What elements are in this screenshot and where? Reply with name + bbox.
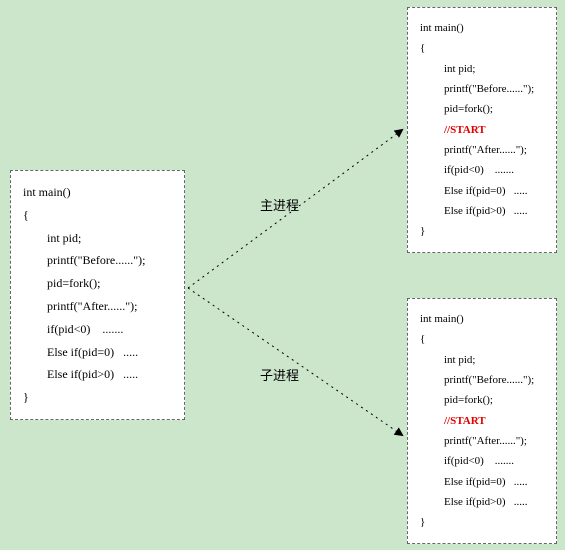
child-process-code-box: int main() { int pid; printf("Before....… xyxy=(407,298,557,544)
code-line: } xyxy=(23,386,172,409)
code-line: Else if(pid=0) ..... xyxy=(23,341,172,364)
code-line: } xyxy=(420,221,544,241)
code-line: pid=fork(); xyxy=(420,99,544,119)
code-line: printf("Before......"); xyxy=(23,249,172,272)
start-marker: //START xyxy=(420,411,544,431)
main-process-code-box: int main() { int pid; printf("Before....… xyxy=(407,7,557,253)
code-line: Else if(pid=0) ..... xyxy=(420,472,544,492)
code-line: int main() xyxy=(23,181,172,204)
code-line: pid=fork(); xyxy=(420,390,544,410)
code-line: pid=fork(); xyxy=(23,272,172,295)
start-marker: //START xyxy=(420,120,544,140)
code-line: printf("After......"); xyxy=(420,431,544,451)
code-line: int main() xyxy=(420,18,544,38)
source-code-box: int main() { int pid; printf("Before....… xyxy=(10,170,185,420)
code-line: { xyxy=(420,329,544,349)
code-line: Else if(pid>0) ..... xyxy=(23,363,172,386)
code-line: printf("Before......"); xyxy=(420,79,544,99)
code-line: printf("Before......"); xyxy=(420,370,544,390)
arrow-to-child-process xyxy=(188,288,402,435)
code-line: int pid; xyxy=(420,59,544,79)
code-line: Else if(pid>0) ..... xyxy=(420,492,544,512)
code-line: Else if(pid>0) ..... xyxy=(420,201,544,221)
code-line: { xyxy=(420,38,544,58)
child-process-label: 子进程 xyxy=(260,365,299,384)
code-line: { xyxy=(23,204,172,227)
code-line: printf("After......"); xyxy=(420,140,544,160)
code-line: if(pid<0) ....... xyxy=(23,318,172,341)
code-line: int pid; xyxy=(420,350,544,370)
code-line: } xyxy=(420,512,544,532)
code-line: int main() xyxy=(420,309,544,329)
code-line: if(pid<0) ....... xyxy=(420,160,544,180)
code-line: printf("After......"); xyxy=(23,295,172,318)
code-line: Else if(pid=0) ..... xyxy=(420,181,544,201)
code-line: if(pid<0) ....... xyxy=(420,451,544,471)
code-line: int pid; xyxy=(23,227,172,250)
main-process-label: 主进程 xyxy=(260,195,299,214)
